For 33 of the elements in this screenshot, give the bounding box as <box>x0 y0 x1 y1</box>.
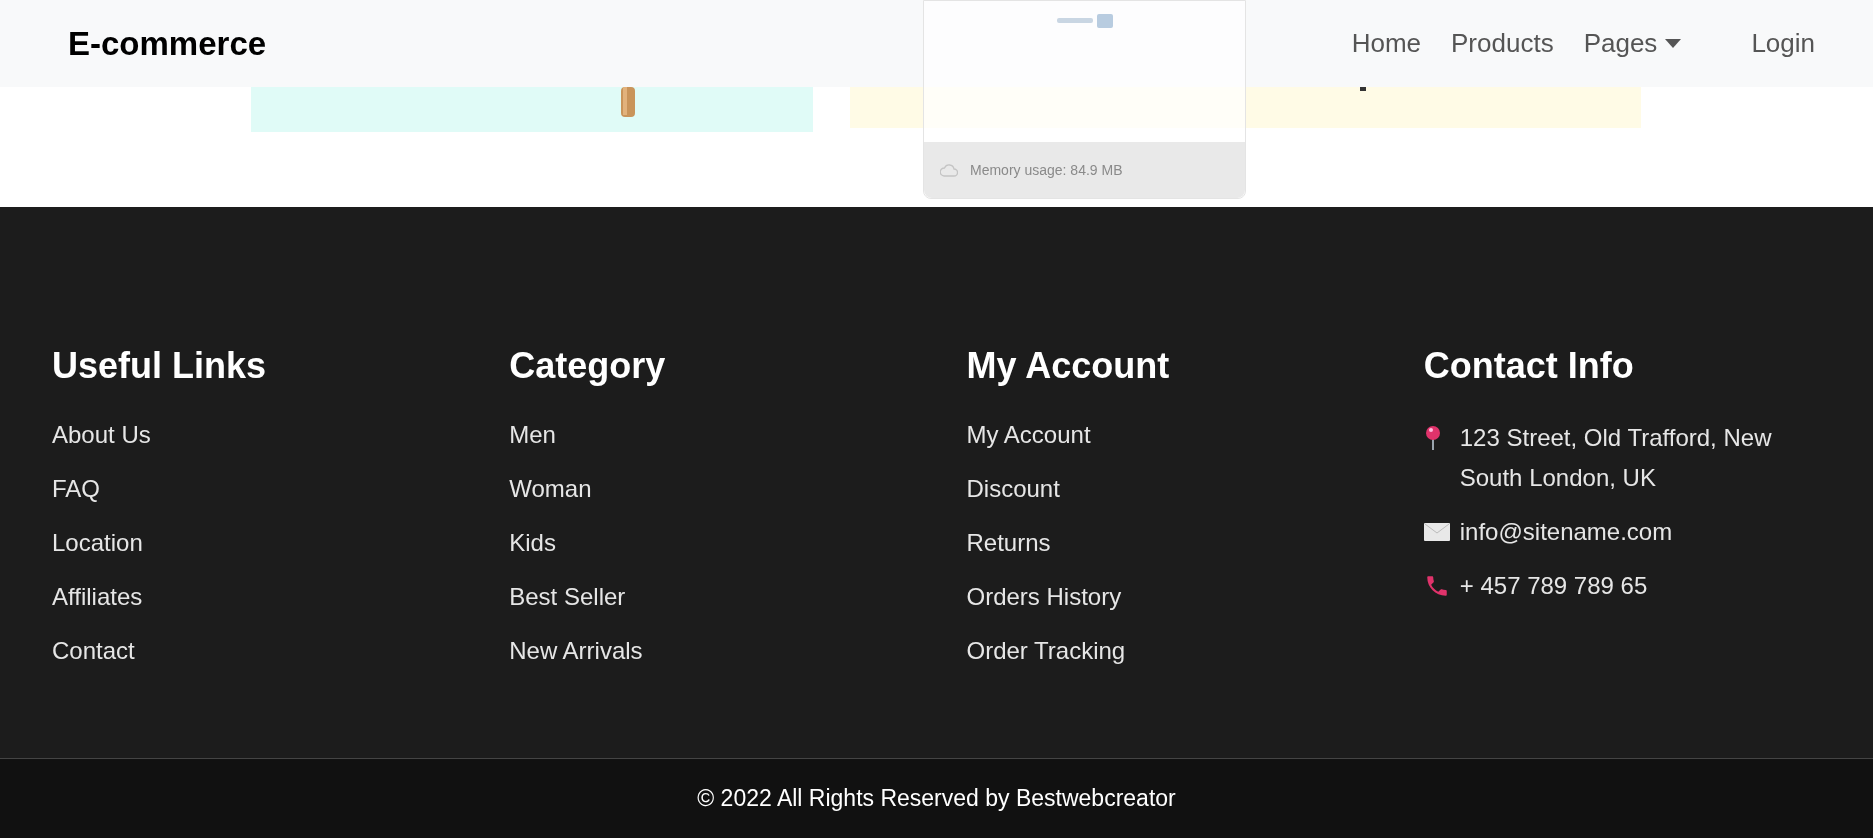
footer-link[interactable]: Orders History <box>966 580 1122 614</box>
logo-icon <box>1056 13 1113 29</box>
footer-heading: Category <box>509 344 667 388</box>
footer-link[interactable]: New Arrivals <box>509 634 643 668</box>
brand-logo[interactable]: E-commerce <box>68 18 267 69</box>
copyright-text: © 2022 All Rights Reserved by Bestwebcreator <box>697 784 1176 814</box>
footer-heading: My Account <box>966 344 1171 388</box>
nav-link[interactable]: Home <box>1351 24 1422 63</box>
footer-link[interactable]: Best Seller <box>509 580 626 614</box>
footer-heading: Useful Links <box>52 344 268 388</box>
footer-link[interactable]: Returns <box>966 526 1051 560</box>
nav-link[interactable]: Products <box>1451 24 1554 63</box>
footer-link[interactable]: Men <box>509 418 556 452</box>
memory-usage-text: Memory usage: 84.9 MB <box>970 160 1123 180</box>
footer-link[interactable]: Location <box>52 526 143 560</box>
contact-text: 123 Street, Old Trafford, New South London, UK <box>1459 423 1773 493</box>
contact-text: + 457 789 789 65 <box>1459 571 1648 601</box>
login-link[interactable]: Login <box>1751 24 1815 63</box>
envelope-icon <box>1423 522 1450 542</box>
footer-link[interactable]: Kids <box>509 526 556 560</box>
footer-link[interactable]: Contact <box>52 634 135 668</box>
nav-link[interactable]: Pages <box>1583 24 1682 63</box>
footer-heading: Contact Info <box>1423 344 1635 388</box>
cloud-icon <box>940 163 958 177</box>
contact-text: info@sitename.com <box>1459 517 1673 547</box>
footer-link[interactable]: Woman <box>509 472 592 506</box>
footer-link[interactable]: Affiliates <box>52 580 143 614</box>
footer-link[interactable]: My Account <box>966 418 1091 452</box>
footer-link[interactable]: FAQ <box>52 472 100 506</box>
footer-link[interactable]: Order Tracking <box>966 634 1126 668</box>
pin-icon <box>1423 425 1442 451</box>
footer-link[interactable]: Discount <box>966 472 1060 506</box>
footer-link[interactable]: About Us <box>52 418 151 452</box>
